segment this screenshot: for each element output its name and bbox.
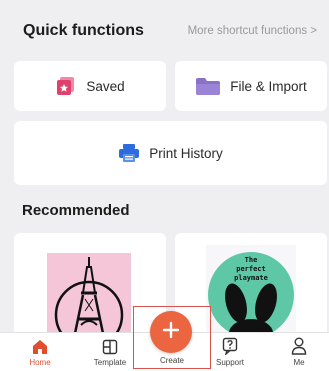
file-import-label: File & Import	[230, 78, 307, 94]
support-icon	[222, 337, 238, 355]
saved-icon	[55, 75, 77, 97]
tab-template-label: Template	[93, 358, 127, 367]
create-button[interactable]	[150, 311, 192, 353]
recommended-title: Recommended	[22, 202, 130, 219]
quick-functions-header: Quick functions More shortcut functions …	[0, 18, 329, 44]
tab-support[interactable]: Support	[207, 333, 253, 371]
eiffel-tower-icon	[47, 253, 131, 343]
tab-me[interactable]: Me	[276, 333, 322, 371]
template-icon	[102, 337, 118, 355]
file-import-button[interactable]: File & Import	[175, 61, 327, 111]
playmate-text-2: perfect	[236, 265, 266, 273]
playmate-text-3: playmate	[234, 274, 268, 282]
quick-functions-title: Quick functions	[23, 22, 144, 39]
tab-me-label: Me	[293, 358, 305, 367]
folder-icon	[195, 76, 221, 96]
plus-icon	[161, 320, 181, 345]
playmate-text-1: The	[245, 256, 258, 264]
tab-template[interactable]: Template	[87, 333, 133, 371]
tab-support-label: Support	[215, 358, 245, 367]
more-shortcut-functions-link[interactable]: More shortcut functions >	[188, 25, 317, 37]
tab-home-label: Home	[29, 358, 51, 367]
bunny-icon: The perfect playmate	[206, 245, 296, 343]
print-history-label: Print History	[149, 145, 223, 161]
tab-create-label: Create	[159, 356, 184, 365]
printer-icon	[118, 143, 140, 163]
print-history-button[interactable]: Print History	[14, 121, 327, 185]
home-icon	[32, 337, 48, 355]
saved-button[interactable]: Saved	[14, 61, 166, 111]
tab-home[interactable]: Home	[17, 333, 63, 371]
person-icon	[291, 337, 307, 355]
saved-label: Saved	[86, 78, 125, 94]
